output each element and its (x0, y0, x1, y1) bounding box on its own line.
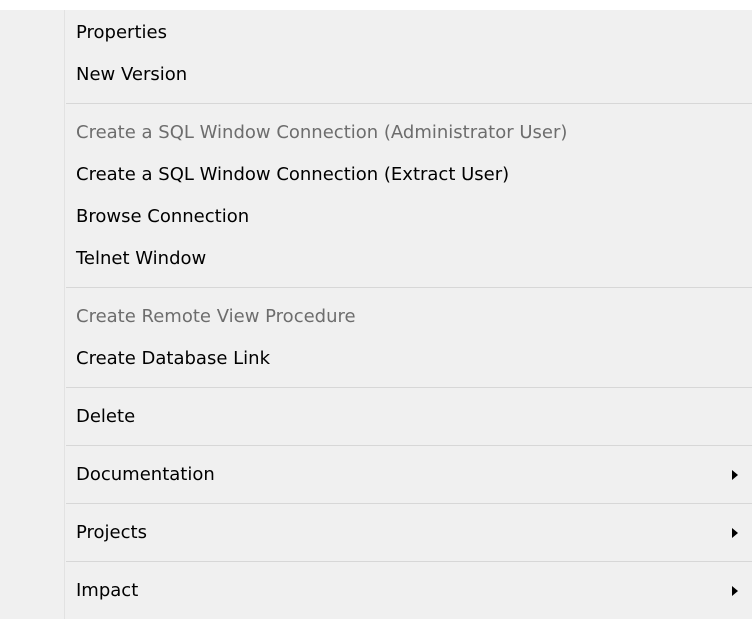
menu-separator (0, 496, 752, 512)
menu-separator (0, 380, 752, 396)
menu-separator (0, 554, 752, 570)
menu-item-browse-connection[interactable]: Browse Connection (0, 196, 752, 238)
menu-item-sql-window-extract[interactable]: Create a SQL Window Connection (Extract … (0, 154, 752, 196)
menu-item-impact[interactable]: Impact (0, 570, 752, 612)
menu-item-label: Browse Connection (76, 206, 250, 227)
menu-separator (0, 438, 752, 454)
menu-item-label: Documentation (76, 464, 215, 485)
menu-item-projects[interactable]: Projects (0, 512, 752, 554)
menu-item-label: Create a SQL Window Connection (Extract … (76, 164, 510, 185)
menu-item-label: New Version (76, 64, 188, 85)
menu-item-label: Create Remote View Procedure (76, 306, 356, 327)
menu-top-edge (0, 0, 752, 10)
menu-item-delete[interactable]: Delete (0, 396, 752, 438)
menu-item-label: Create a SQL Window Connection (Administ… (76, 122, 568, 143)
menu-item-label: Telnet Window (76, 248, 207, 269)
menu-item-create-database-link[interactable]: Create Database Link (0, 338, 752, 380)
menu-item-telnet-window[interactable]: Telnet Window (0, 238, 752, 280)
menu-item-label: Delete (76, 406, 136, 427)
menu-separator (0, 96, 752, 112)
menu-item-label: Impact (76, 580, 139, 601)
menu-item-label: Create Database Link (76, 348, 271, 369)
menu-item-sql-window-admin: Create a SQL Window Connection (Administ… (0, 112, 752, 154)
menu-item-label: Properties (76, 22, 167, 43)
menu-item-label: Projects (76, 522, 147, 543)
menu-item-documentation[interactable]: Documentation (0, 454, 752, 496)
menu-item-remote-view-procedure: Create Remote View Procedure (0, 296, 752, 338)
menu-item-new-version[interactable]: New Version (0, 54, 752, 96)
menu-items: Properties New Version Create a SQL Wind… (0, 12, 752, 612)
menu-item-properties[interactable]: Properties (0, 12, 752, 54)
menu-separator (0, 280, 752, 296)
context-menu: Properties New Version Create a SQL Wind… (0, 0, 752, 619)
